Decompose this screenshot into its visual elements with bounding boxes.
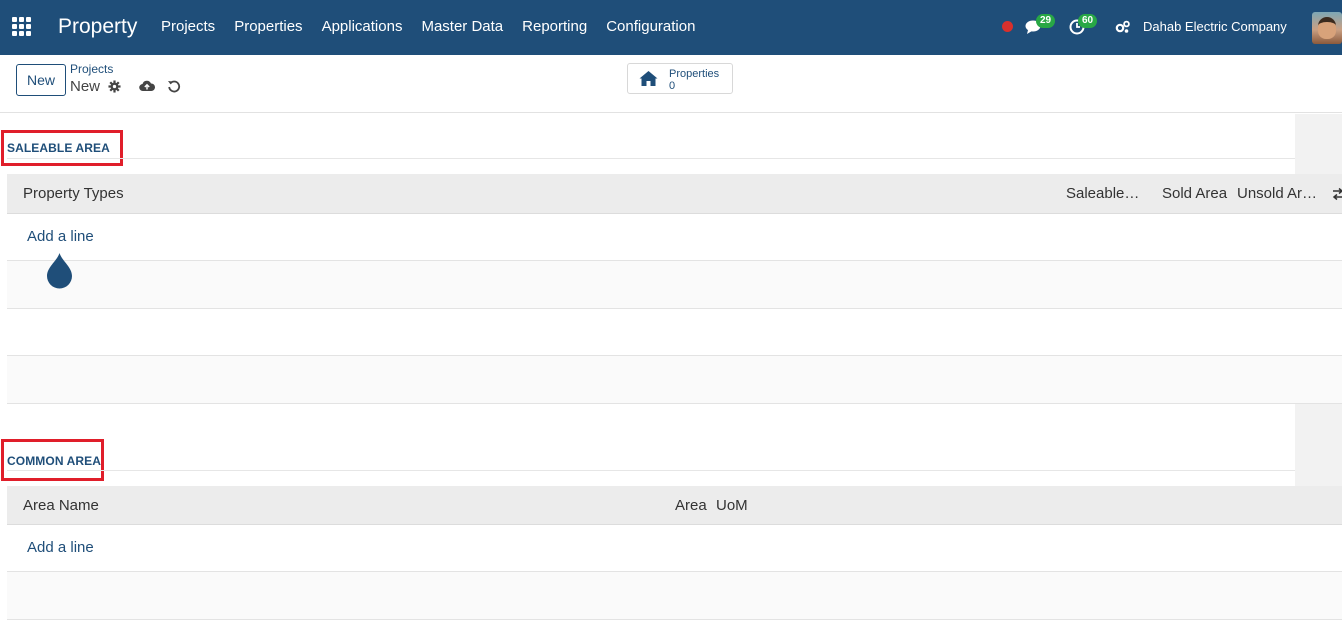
add-line-link[interactable]: Add a line	[27, 228, 94, 245]
section-separator	[7, 470, 1295, 471]
app-brand[interactable]: Property	[58, 15, 137, 39]
properties-stat-button[interactable]: Properties 0	[627, 63, 733, 94]
section-separator	[7, 158, 1295, 159]
table-row	[7, 261, 1342, 309]
column-property-types[interactable]: Property Types	[23, 185, 124, 202]
column-area[interactable]: Area	[675, 497, 707, 514]
breadcrumb-projects[interactable]: Projects	[70, 62, 113, 76]
table-row: Add a line	[7, 214, 1342, 261]
stat-label: Properties	[669, 68, 720, 80]
company-switch-icon[interactable]	[1115, 19, 1131, 35]
company-name[interactable]: Dahab Electric Company	[1143, 19, 1287, 34]
table-row: Add a line	[7, 525, 1342, 572]
gear-icon[interactable]	[108, 80, 121, 93]
annotation-highlight-box	[1, 130, 123, 166]
column-uom[interactable]: UoM	[716, 497, 748, 514]
table-row	[7, 356, 1342, 404]
table-row	[7, 309, 1342, 356]
column-sold-area[interactable]: Sold Area	[1162, 185, 1227, 202]
new-button[interactable]: New	[16, 64, 66, 96]
menu-reporting[interactable]: Reporting	[522, 18, 587, 35]
menu-master-data[interactable]: Master Data	[421, 18, 503, 35]
add-line-link[interactable]: Add a line	[27, 539, 94, 556]
user-avatar[interactable]	[1312, 12, 1342, 44]
top-navbar: Property Projects Properties Application…	[0, 0, 1342, 55]
table-row	[7, 572, 1342, 620]
sheet-side-strip	[1295, 404, 1342, 486]
annotation-highlight-box	[1, 439, 104, 481]
messages-count-badge: 29	[1036, 14, 1056, 28]
app-menu-grid-icon[interactable]	[12, 17, 33, 36]
column-unsold-area[interactable]: Unsold Ar…	[1237, 185, 1317, 202]
discard-undo-icon[interactable]	[167, 79, 181, 93]
menu-configuration[interactable]: Configuration	[606, 18, 695, 35]
main-menu: Projects Properties Applications Master …	[161, 18, 714, 35]
sheet-side-strip	[1295, 114, 1342, 174]
menu-applications[interactable]: Applications	[322, 18, 403, 35]
breadcrumb-current: New	[70, 78, 101, 95]
control-panel: New Projects New Properties 0	[0, 55, 1342, 113]
common-table-header: Area Name Area UoM	[7, 486, 1342, 525]
optional-columns-icon[interactable]	[1332, 187, 1342, 201]
recording-indicator-icon[interactable]	[1002, 21, 1013, 32]
home-icon	[639, 71, 658, 86]
column-saleable-area[interactable]: Saleable…	[1066, 185, 1139, 202]
column-area-name[interactable]: Area Name	[23, 497, 99, 514]
saleable-table-header: Property Types Saleable… Sold Area Unsol…	[7, 174, 1342, 214]
stat-value: 0	[669, 80, 676, 92]
activities-count-badge: 60	[1078, 14, 1098, 28]
menu-projects[interactable]: Projects	[161, 18, 215, 35]
cursor-drop-icon	[47, 253, 72, 289]
menu-properties[interactable]: Properties	[234, 18, 302, 35]
save-cloud-icon[interactable]	[139, 79, 155, 92]
